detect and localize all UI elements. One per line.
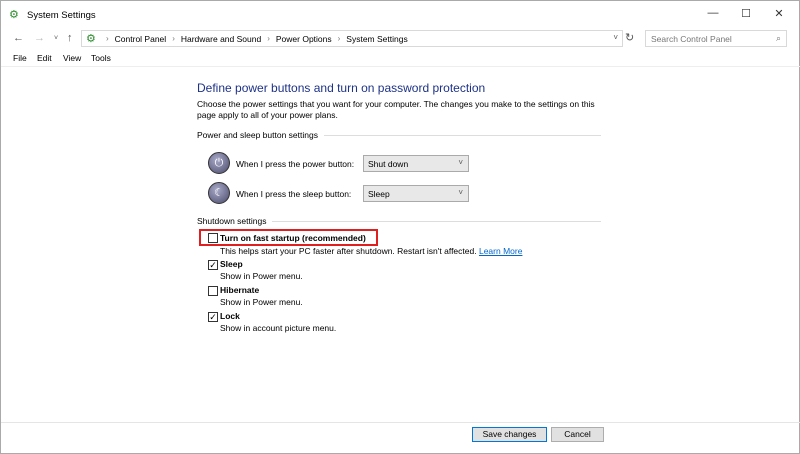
selected-value: Shut down — [368, 159, 409, 169]
recent-chevron-icon[interactable]: ˅ — [54, 35, 58, 42]
power-button-label: When I press the power button: — [236, 159, 355, 169]
title-bar: ⚙ System Settings — ☐ ✕ — [1, 1, 800, 29]
breadcrumb-item[interactable]: Control Panel — [115, 34, 167, 44]
breadcrumb-item[interactable]: Power Options — [276, 34, 332, 44]
control-panel-icon: ⚙ — [86, 33, 96, 45]
window-title: System Settings — [27, 10, 96, 21]
up-icon[interactable]: ↑ — [67, 32, 73, 44]
menu-file[interactable]: File — [13, 53, 27, 63]
power-button-select[interactable]: Shut down ˅ — [363, 155, 469, 172]
minimize-icon[interactable]: — — [703, 7, 723, 23]
control-panel-icon: ⚙ — [9, 9, 19, 21]
sleep-button-label: When I press the sleep button: — [236, 189, 352, 199]
learn-more-link[interactable]: Learn More — [479, 246, 522, 256]
separator-icon: › — [337, 34, 341, 43]
address-bar[interactable]: ⚙ › Control Panel › Hardware and Sound ›… — [81, 30, 623, 47]
hibernate-option-label: Hibernate — [220, 285, 260, 295]
chevron-down-icon: ˅ — [458, 188, 463, 197]
lock-checkbox[interactable]: ✓ — [208, 312, 218, 322]
close-icon[interactable]: ✕ — [769, 7, 789, 23]
hibernate-checkbox[interactable] — [208, 286, 218, 296]
address-dropdown-icon[interactable]: ˅ — [613, 33, 618, 42]
hibernate-option-desc: Show in Power menu. — [220, 297, 303, 307]
selected-value: Sleep — [368, 189, 390, 199]
search-input[interactable]: Search Control Panel ⌕ — [645, 30, 787, 47]
back-icon[interactable]: ← — [13, 32, 24, 44]
sleep-button-select[interactable]: Sleep ˅ — [363, 185, 469, 202]
save-changes-button[interactable]: Save changes — [472, 427, 547, 442]
separator-icon: › — [172, 34, 175, 43]
maximize-icon[interactable]: ☐ — [736, 7, 756, 23]
desc-text: This helps start your PC faster after sh… — [220, 246, 477, 256]
separator-icon: › — [106, 34, 109, 43]
group-label: Shutdown settings — [197, 216, 267, 226]
separator-icon: › — [267, 34, 270, 43]
menu-tools[interactable]: Tools — [91, 53, 111, 63]
search-icon[interactable]: ⌕ — [776, 33, 781, 44]
breadcrumb-item[interactable]: System Settings — [346, 34, 407, 44]
fast-startup-checkbox[interactable] — [208, 233, 218, 243]
menu-view[interactable]: View — [63, 53, 81, 63]
page-description: Choose the power settings that you want … — [197, 99, 595, 120]
menu-edit[interactable]: Edit — [37, 53, 52, 63]
cancel-button[interactable]: Cancel — [551, 427, 604, 442]
power-group-header: Power and sleep button settings — [197, 130, 601, 140]
sleep-option-label: Sleep — [220, 259, 243, 269]
group-label: Power and sleep button settings — [197, 130, 318, 140]
lock-option-desc: Show in account picture menu. — [220, 323, 337, 333]
page-title: Define power buttons and turn on passwor… — [197, 81, 486, 95]
breadcrumb-item[interactable]: Hardware and Sound — [181, 34, 261, 44]
search-placeholder: Search Control Panel — [651, 34, 732, 44]
fast-startup-label: Turn on fast startup (recommended) — [220, 233, 366, 243]
power-icon: ⏻ — [208, 152, 230, 174]
sleep-option-desc: Show in Power menu. — [220, 271, 303, 281]
forward-icon[interactable]: → — [34, 32, 45, 44]
sleep-checkbox[interactable]: ✓ — [208, 260, 218, 270]
fast-startup-desc: This helps start your PC faster after sh… — [220, 246, 522, 256]
divider — [1, 66, 800, 67]
shutdown-group-header: Shutdown settings — [197, 216, 601, 226]
lock-option-label: Lock — [220, 311, 240, 321]
footer-divider — [1, 422, 800, 423]
chevron-down-icon: ˅ — [458, 158, 463, 167]
sleep-icon: ☾ — [208, 182, 230, 204]
refresh-icon[interactable]: ↻ — [625, 31, 634, 44]
